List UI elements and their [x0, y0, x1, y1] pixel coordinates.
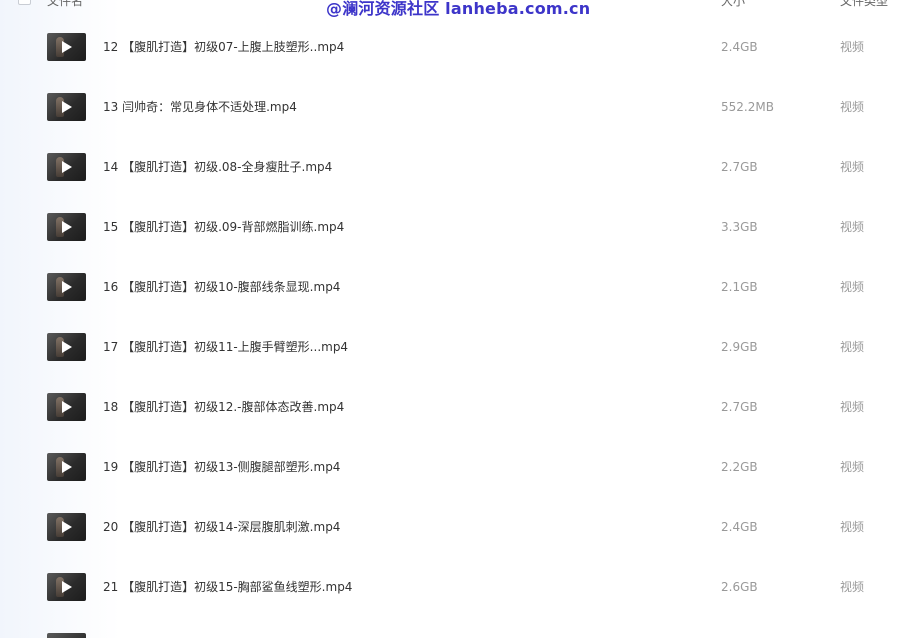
- table-row[interactable]: 21 【腹肌打造】初级15-胸部鲨鱼线塑形.mp4 2.6GB 视频: [0, 558, 915, 618]
- file-type: 视频: [840, 160, 865, 174]
- play-icon: [62, 581, 72, 593]
- file-size: 2.7GB: [721, 400, 758, 414]
- play-icon: [62, 521, 72, 533]
- table-row[interactable]: 20 【腹肌打造】初级14-深层腹肌刺激.mp4 2.4GB 视频: [0, 498, 915, 558]
- file-size: 2.4GB: [721, 40, 758, 54]
- file-name[interactable]: 16 【腹肌打造】初级10-腹部线条显现.mp4: [103, 279, 340, 295]
- file-list: 12 【腹肌打造】初级07-上腹上肢塑形..mp4 2.4GB 视频 13 闫帅…: [0, 18, 915, 618]
- column-header-name[interactable]: 文件名: [47, 0, 83, 9]
- watermark-text: @澜河资源社区 lanheba.com.cn: [326, 0, 591, 18]
- file-size: 2.1GB: [721, 280, 758, 294]
- video-thumbnail[interactable]: [47, 513, 86, 541]
- video-thumbnail-partial[interactable]: [47, 633, 86, 638]
- file-name[interactable]: 18 【腹肌打造】初级12.-腹部体态改善.mp4: [103, 399, 344, 415]
- file-size: 2.4GB: [721, 520, 758, 534]
- play-icon: [62, 341, 72, 353]
- play-icon: [62, 461, 72, 473]
- play-icon: [62, 281, 72, 293]
- table-row[interactable]: 12 【腹肌打造】初级07-上腹上肢塑形..mp4 2.4GB 视频: [0, 18, 915, 78]
- video-thumbnail[interactable]: [47, 213, 86, 241]
- file-size: 2.9GB: [721, 340, 758, 354]
- select-all-checkbox[interactable]: [18, 0, 31, 5]
- file-type: 视频: [840, 580, 865, 594]
- video-thumbnail[interactable]: [47, 153, 86, 181]
- file-name[interactable]: 19 【腹肌打造】初级13-侧腹腿部塑形.mp4: [103, 459, 340, 475]
- file-size: 3.3GB: [721, 220, 758, 234]
- play-icon: [62, 401, 72, 413]
- table-row[interactable]: 19 【腹肌打造】初级13-侧腹腿部塑形.mp4 2.2GB 视频: [0, 438, 915, 498]
- table-row[interactable]: 18 【腹肌打造】初级12.-腹部体态改善.mp4 2.7GB 视频: [0, 378, 915, 438]
- play-icon: [62, 41, 72, 53]
- play-icon: [62, 101, 72, 113]
- file-type: 视频: [840, 460, 865, 474]
- file-size: 2.6GB: [721, 580, 758, 594]
- file-name[interactable]: 17 【腹肌打造】初级11-上腹手臂塑形...mp4: [103, 339, 348, 355]
- file-size: 2.7GB: [721, 160, 758, 174]
- video-thumbnail[interactable]: [47, 33, 86, 61]
- video-thumbnail[interactable]: [47, 393, 86, 421]
- column-header-size[interactable]: 大小: [721, 0, 745, 9]
- table-row[interactable]: 13 闫帅奇：常见身体不适处理.mp4 552.2MB 视频: [0, 78, 915, 138]
- file-size: 2.2GB: [721, 460, 758, 474]
- table-row[interactable]: 16 【腹肌打造】初级10-腹部线条显现.mp4 2.1GB 视频: [0, 258, 915, 318]
- file-type: 视频: [840, 400, 865, 414]
- video-thumbnail[interactable]: [47, 93, 86, 121]
- file-list-page: 文件名 大小 文件类型 @澜河资源社区 lanheba.com.cn 12 【腹…: [0, 0, 915, 638]
- file-size: 552.2MB: [721, 100, 774, 114]
- play-icon: [62, 221, 72, 233]
- video-thumbnail[interactable]: [47, 333, 86, 361]
- file-name[interactable]: 21 【腹肌打造】初级15-胸部鲨鱼线塑形.mp4: [103, 579, 352, 595]
- file-type: 视频: [840, 340, 865, 354]
- file-name[interactable]: 20 【腹肌打造】初级14-深层腹肌刺激.mp4: [103, 519, 340, 535]
- file-name[interactable]: 13 闫帅奇：常见身体不适处理.mp4: [103, 99, 297, 115]
- file-name[interactable]: 15 【腹肌打造】初级.09-背部燃脂训练.mp4: [103, 219, 344, 235]
- file-name[interactable]: 12 【腹肌打造】初级07-上腹上肢塑形..mp4: [103, 39, 344, 55]
- file-type: 视频: [840, 520, 865, 534]
- play-icon: [62, 161, 72, 173]
- file-type: 视频: [840, 100, 865, 114]
- file-type: 视频: [840, 40, 865, 54]
- video-thumbnail[interactable]: [47, 573, 86, 601]
- table-row[interactable]: 17 【腹肌打造】初级11-上腹手臂塑形...mp4 2.9GB 视频: [0, 318, 915, 378]
- column-header-type[interactable]: 文件类型: [840, 0, 888, 9]
- file-name[interactable]: 14 【腹肌打造】初级.08-全身瘦肚子.mp4: [103, 159, 332, 175]
- video-thumbnail[interactable]: [47, 453, 86, 481]
- table-row[interactable]: 15 【腹肌打造】初级.09-背部燃脂训练.mp4 3.3GB 视频: [0, 198, 915, 258]
- file-type: 视频: [840, 280, 865, 294]
- video-thumbnail[interactable]: [47, 273, 86, 301]
- table-row[interactable]: 14 【腹肌打造】初级.08-全身瘦肚子.mp4 2.7GB 视频: [0, 138, 915, 198]
- file-type: 视频: [840, 220, 865, 234]
